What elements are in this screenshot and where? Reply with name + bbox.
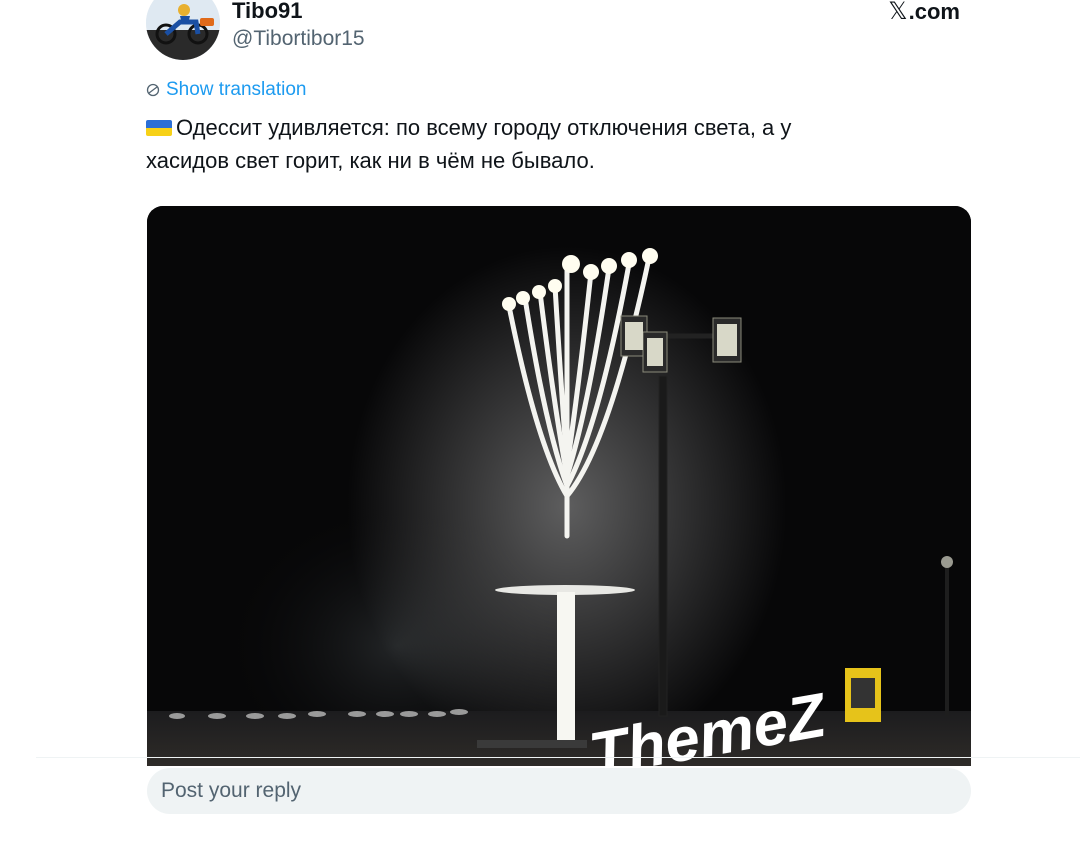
x-logo-icon: 𝕏 bbox=[888, 0, 908, 25]
show-translation-link[interactable]: Show translation bbox=[146, 77, 306, 103]
tweet-text-line-1: Одессит удивляется: по всему городу откл… bbox=[146, 111, 906, 144]
site-label: 𝕏 .com bbox=[888, 0, 960, 26]
translate-icon bbox=[146, 83, 160, 97]
site-label-text: .com bbox=[908, 0, 960, 24]
reply-divider bbox=[36, 757, 1080, 758]
tweet-media-video[interactable]: ThemeZ bbox=[147, 206, 971, 766]
author-display-name[interactable]: Tibo91 bbox=[232, 0, 303, 25]
tweet-text: Одессит удивляется: по всему городу откл… bbox=[146, 111, 906, 177]
tweet-text-line-1-content: Одессит удивляется: по всему городу откл… bbox=[176, 115, 792, 140]
video-thumbnail-menorah: ThemeZ bbox=[147, 206, 971, 766]
tweet-page: Tibo91 @Tibortibor15 𝕏 .com Show transla… bbox=[0, 0, 1080, 854]
reply-placeholder: Post your reply bbox=[161, 779, 302, 802]
author-handle[interactable]: @Tibortibor15 bbox=[232, 25, 365, 53]
author-avatar[interactable] bbox=[146, 0, 220, 60]
tweet-text-line-2: хасидов свет горит, как ни в чём не быва… bbox=[146, 148, 595, 173]
show-translation-label: Show translation bbox=[166, 79, 307, 100]
reply-input[interactable]: Post your reply bbox=[147, 768, 971, 814]
ukraine-flag-icon bbox=[146, 120, 172, 136]
avatar-motorcycle-image bbox=[146, 0, 220, 60]
